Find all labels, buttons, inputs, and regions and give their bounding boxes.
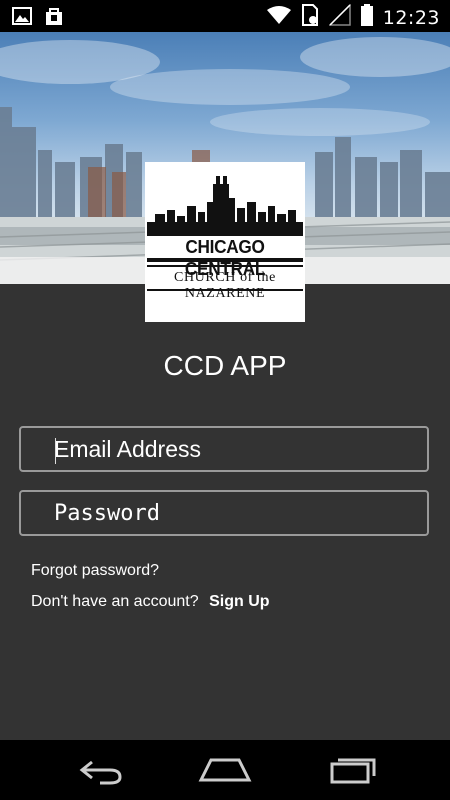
logo-divider-thin xyxy=(147,265,303,267)
recents-icon xyxy=(330,758,376,784)
text-cursor xyxy=(55,438,56,464)
signup-row: Don't have an account? Sign Up xyxy=(31,593,270,611)
email-input[interactable] xyxy=(21,428,427,470)
no-account-text: Don't have an account? xyxy=(31,593,199,610)
wifi-icon xyxy=(266,5,291,30)
shopping-bag-icon xyxy=(44,6,64,31)
sign-up-link[interactable]: Sign Up xyxy=(209,593,269,610)
battery-icon xyxy=(360,4,373,31)
password-field-box[interactable] xyxy=(19,490,429,536)
logo-divider xyxy=(147,258,303,262)
home-icon xyxy=(198,758,252,782)
home-button[interactable] xyxy=(195,752,255,788)
email-field-box[interactable] xyxy=(19,426,429,472)
back-button[interactable] xyxy=(70,752,130,788)
logo-underline xyxy=(147,289,303,291)
skyline-silhouette-icon xyxy=(147,176,303,236)
logo-line2: CHURCH of the NAZARENE xyxy=(174,270,276,301)
navigation-bar xyxy=(0,740,450,800)
sim-icon xyxy=(301,4,319,31)
app-title: CCD APP xyxy=(163,350,287,381)
recents-button[interactable] xyxy=(322,752,382,788)
clock: 12:23 xyxy=(382,6,440,29)
signal-icon xyxy=(327,3,351,31)
back-icon xyxy=(79,760,122,785)
password-input[interactable] xyxy=(21,492,427,534)
church-logo: CHICAGO CENTRAL CHURCH of the NAZARENE xyxy=(145,162,305,322)
forgot-password-link[interactable]: Forgot password? xyxy=(31,562,159,580)
gallery-icon xyxy=(12,6,32,31)
status-bar: 12:23 xyxy=(0,0,450,32)
